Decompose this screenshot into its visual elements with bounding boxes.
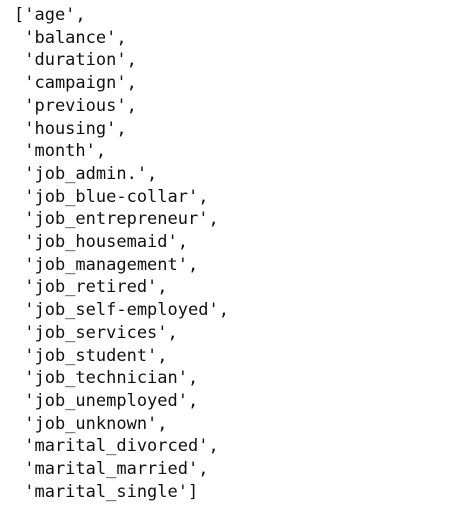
list-item: 'job_services', <box>14 322 178 343</box>
list-item: 'job_student', <box>14 345 168 366</box>
list-item: 'job_retired', <box>14 277 168 298</box>
list-item: 'job_admin.', <box>14 163 158 184</box>
list-item: 'job_unknown', <box>14 413 168 434</box>
list-item: 'marital_divorced', <box>14 436 219 457</box>
list-item: 'duration', <box>14 50 137 71</box>
list-item: 'job_housemaid', <box>14 232 188 253</box>
list-item: 'campaign', <box>14 73 137 94</box>
list-item: ['age', <box>14 5 86 25</box>
list-item: 'job_blue-collar', <box>14 186 209 207</box>
list-item: 'marital_single'] <box>14 481 199 502</box>
list-item: 'job_management', <box>14 254 199 275</box>
notebook-output-cell: ['age', 'balance', 'duration', 'campaign… <box>0 0 461 512</box>
list-item: 'job_self-employed', <box>14 300 229 321</box>
list-item: 'housing', <box>14 118 127 139</box>
list-item: 'marital_married', <box>14 459 209 480</box>
list-item: 'job_entrepreneur', <box>14 209 219 230</box>
list-item: 'month', <box>14 141 107 162</box>
list-item: 'job_unemployed', <box>14 390 199 411</box>
list-item: 'job_technician', <box>14 368 199 389</box>
list-item: 'balance', <box>14 27 127 48</box>
list-item: 'previous', <box>14 95 137 116</box>
